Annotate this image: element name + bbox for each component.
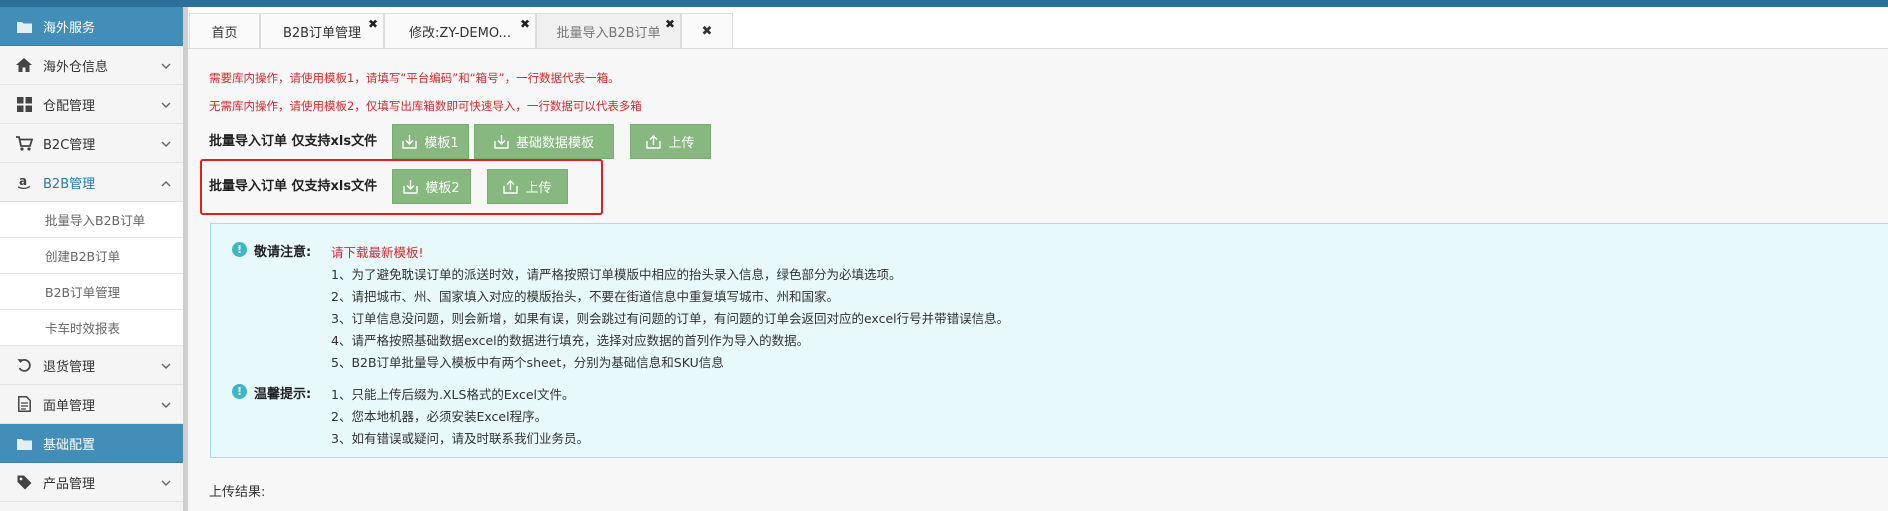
top-header-strip bbox=[0, 0, 1888, 7]
chevron-down-icon bbox=[161, 137, 171, 152]
tab-bar: 首页 B2B订单管理 ✖ 修改:ZY-DEMO... ✖ 批量导入B2B订单 ✖… bbox=[188, 7, 1888, 49]
notice-title: 敬请注意: bbox=[254, 245, 312, 260]
notice-line: 1、为了避免耽误订单的派送时效，请严格按照订单模版中相应的抬头录入信息，绿色部分… bbox=[331, 267, 902, 282]
tab-batch-import-b2b[interactable]: 批量导入B2B订单 ✖ bbox=[536, 13, 681, 48]
sidebar-item-label: 面单管理 bbox=[43, 398, 96, 414]
sidebar-subitem-create-b2b[interactable]: 创建B2B订单 bbox=[0, 238, 183, 274]
upload-button-2[interactable]: 上传 bbox=[487, 169, 568, 204]
close-all-icon: ✖ bbox=[701, 23, 713, 39]
chevron-up-icon bbox=[161, 176, 171, 191]
button-label: 模板1 bbox=[424, 136, 459, 151]
sidebar-subitem-label: 卡车时效报表 bbox=[45, 321, 121, 336]
upload-icon bbox=[646, 135, 662, 149]
notice-highlight: 请下载最新模板! bbox=[331, 245, 424, 260]
grid-icon bbox=[13, 95, 35, 113]
download-template2-button[interactable]: 模板2 bbox=[392, 169, 471, 204]
sidebar-item-returns[interactable]: 退货管理 bbox=[0, 346, 183, 385]
sidebar-section-label: 基础配置 bbox=[43, 437, 96, 453]
tips-title: 温馨提示: bbox=[254, 387, 312, 402]
sidebar-section-label: 海外服务 bbox=[43, 20, 96, 36]
sidebar-subitem-label: 创建B2B订单 bbox=[45, 249, 121, 264]
close-icon[interactable]: ✖ bbox=[665, 18, 675, 30]
exclamation-icon: ! bbox=[232, 384, 247, 399]
tab-edit-order[interactable]: 修改:ZY-DEMO... ✖ bbox=[384, 13, 536, 48]
button-label: 模板2 bbox=[425, 181, 460, 196]
tab-label: B2B订单管理 bbox=[282, 25, 362, 41]
close-icon[interactable]: ✖ bbox=[368, 18, 378, 30]
tab-label: 修改:ZY-DEMO... bbox=[409, 25, 511, 41]
close-all-tabs-button[interactable]: ✖ bbox=[681, 13, 733, 48]
sidebar-subitem-label: 批量导入B2B订单 bbox=[45, 213, 146, 228]
import-row-2-label: 批量导入订单 仅支持xls文件 bbox=[209, 179, 378, 194]
upload-result-label: 上传结果: bbox=[209, 485, 266, 500]
download-template1-button[interactable]: 模板1 bbox=[392, 124, 469, 159]
sidebar-item-label: 退货管理 bbox=[43, 359, 96, 375]
button-label: 上传 bbox=[668, 136, 695, 151]
chevron-down-icon bbox=[161, 359, 171, 374]
chevron-down-icon bbox=[161, 59, 171, 74]
tab-label: 首页 bbox=[211, 25, 238, 41]
notice-line: 4、请严格按照基础数据excel的数据进行填充，选择对应数据的首列作为导入的数据… bbox=[331, 333, 810, 348]
notice-box: ! 敬请注意: 请下载最新模板! 1、为了避免耽误订单的派送时效，请严格按照订单… bbox=[210, 223, 1888, 458]
sidebar-item-b2c[interactable]: B2C管理 bbox=[0, 124, 183, 163]
sidebar-item-label: B2C管理 bbox=[43, 137, 96, 153]
svg-text:a: a bbox=[19, 174, 27, 188]
sidebar-subitem-b2b-order-management[interactable]: B2B订单管理 bbox=[0, 274, 183, 310]
upload-button-1[interactable]: 上传 bbox=[630, 124, 711, 159]
close-icon[interactable]: ✖ bbox=[520, 18, 530, 30]
download-icon bbox=[403, 180, 419, 194]
exclamation-icon: ! bbox=[232, 242, 247, 257]
button-label: 上传 bbox=[525, 181, 552, 196]
notice-line: 2、请把城市、州、国家填入对应的模版抬头，不要在街道信息中重复填写城市、州和国家… bbox=[331, 289, 839, 304]
import-row-1-label: 批量导入订单 仅支持xls文件 bbox=[209, 134, 378, 149]
sidebar-subitem-label: B2B订单管理 bbox=[45, 285, 121, 300]
notice-line: 5、B2B订单批量导入模板中有两个sheet，分别为基础信息和SKU信息 bbox=[331, 355, 724, 370]
amazon-icon: a bbox=[13, 173, 35, 191]
main-content: 需要库内操作，请使用模板1，请填写“平台编码”和“箱号”，一行数据代表一箱。 无… bbox=[188, 49, 1888, 511]
sidebar-item-label: 仓配管理 bbox=[43, 98, 96, 114]
chevron-down-icon bbox=[161, 98, 171, 113]
note-template2: 无需库内操作，请使用模板2，仅填写出库箱数即可快速导入，一行数据可以代表多箱 bbox=[209, 99, 642, 113]
chevron-down-icon bbox=[161, 398, 171, 413]
home-icon bbox=[13, 56, 35, 74]
sidebar: 海外服务 海外仓信息 仓配管理 B2C管理 a B2B管理 批量导入B2B订单 … bbox=[0, 7, 183, 511]
cart-icon bbox=[13, 134, 35, 152]
sidebar-item-warehouse-distribution[interactable]: 仓配管理 bbox=[0, 85, 183, 124]
download-icon bbox=[402, 135, 418, 149]
document-icon bbox=[13, 395, 35, 413]
sidebar-item-overseas-warehouse[interactable]: 海外仓信息 bbox=[0, 46, 183, 85]
sidebar-item-products[interactable]: 产品管理 bbox=[0, 463, 183, 502]
tab-label: 批量导入B2B订单 bbox=[556, 25, 661, 41]
button-label: 基础数据模板 bbox=[515, 136, 594, 151]
tips-line: 3、如有错误或疑问，请及时联系我们业务员。 bbox=[331, 431, 589, 446]
sidebar-section-overseas-service[interactable]: 海外服务 bbox=[0, 7, 183, 46]
tab-b2b-order-management[interactable]: B2B订单管理 ✖ bbox=[260, 13, 384, 48]
sidebar-subitem-truck-report[interactable]: 卡车时效报表 bbox=[0, 310, 183, 346]
sidebar-subitem-batch-import-b2b[interactable]: 批量导入B2B订单 bbox=[0, 202, 183, 238]
sidebar-item-label: B2B管理 bbox=[43, 176, 96, 192]
sidebar-item-label: 产品管理 bbox=[43, 476, 96, 492]
folder-icon bbox=[13, 17, 35, 35]
tips-line: 2、您本地机器，必须安装Excel程序。 bbox=[331, 409, 548, 424]
folder-icon bbox=[13, 434, 35, 452]
sidebar-section-basic-config[interactable]: 基础配置 bbox=[0, 424, 183, 463]
chevron-down-icon bbox=[161, 476, 171, 491]
undo-icon bbox=[13, 356, 35, 374]
download-basic-data-template-button[interactable]: 基础数据模板 bbox=[474, 124, 614, 159]
sidebar-item-label: 海外仓信息 bbox=[43, 59, 109, 75]
notice-line: 3、订单信息没问题，则会新增，如果有误，则会跳过有问题的订单，有问题的订单会返回… bbox=[331, 311, 1010, 326]
upload-icon bbox=[503, 180, 519, 194]
tag-icon bbox=[13, 473, 35, 491]
tab-home[interactable]: 首页 bbox=[189, 13, 260, 48]
note-template1: 需要库内操作，请使用模板1，请填写“平台编码”和“箱号”，一行数据代表一箱。 bbox=[209, 71, 620, 85]
download-icon bbox=[494, 135, 509, 149]
sidebar-item-b2b[interactable]: a B2B管理 bbox=[0, 163, 183, 202]
tips-line: 1、只能上传后缀为.XLS格式的Excel文件。 bbox=[331, 387, 575, 402]
sidebar-item-labels[interactable]: 面单管理 bbox=[0, 385, 183, 424]
